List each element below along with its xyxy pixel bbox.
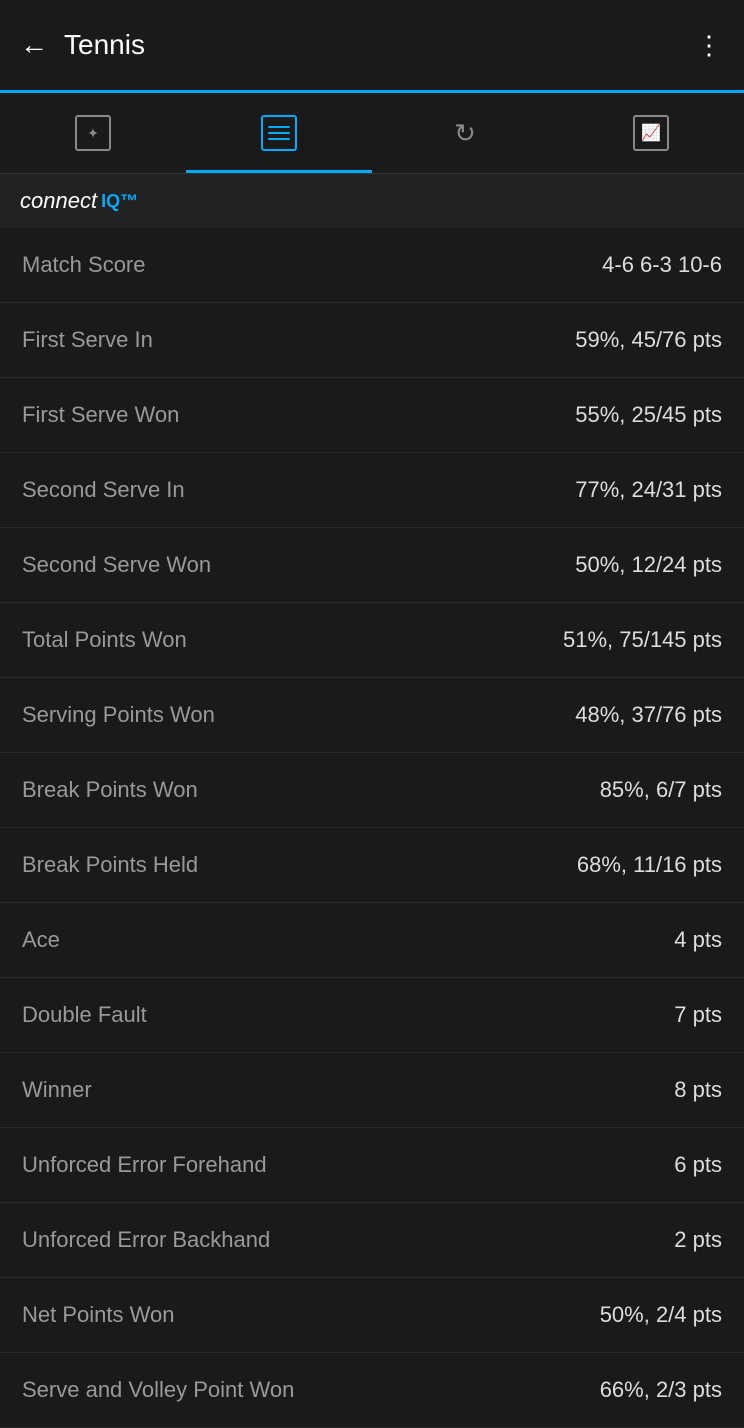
stat-value: 51%, 75/145 pts bbox=[563, 627, 722, 653]
stats-list: Match Score 4-6 6-3 10-6 First Serve In 59%… bbox=[0, 228, 744, 1428]
stat-label: Ace bbox=[22, 927, 658, 953]
table-row: Serve and Volley Point Won 66%, 2/3 pts bbox=[0, 1353, 744, 1428]
repeat-icon: ↻ bbox=[447, 115, 483, 151]
stat-value: 4 pts bbox=[674, 927, 722, 953]
tab-activity[interactable] bbox=[0, 105, 186, 161]
tab-chart[interactable] bbox=[558, 105, 744, 161]
table-row: First Serve In 59%, 45/76 pts bbox=[0, 303, 744, 378]
stat-value: 48%, 37/76 pts bbox=[575, 702, 722, 728]
stat-label: Unforced Error Backhand bbox=[22, 1227, 658, 1253]
stat-label: First Serve In bbox=[22, 327, 559, 353]
chart-icon bbox=[633, 115, 669, 151]
tab-repeat[interactable]: ↻ bbox=[372, 105, 558, 161]
stat-label: Second Serve Won bbox=[22, 552, 559, 578]
connect-text: connect bbox=[20, 188, 97, 214]
iq-text: IQ™ bbox=[101, 191, 138, 212]
table-row: Second Serve In 77%, 24/31 pts bbox=[0, 453, 744, 528]
table-row: Break Points Held 68%, 11/16 pts bbox=[0, 828, 744, 903]
table-row: Winner 8 pts bbox=[0, 1053, 744, 1128]
tab-list[interactable] bbox=[186, 105, 372, 161]
stat-label: First Serve Won bbox=[22, 402, 559, 428]
list-icon bbox=[261, 115, 297, 151]
back-button[interactable]: ← bbox=[20, 29, 48, 61]
stat-label: Match Score bbox=[22, 252, 586, 278]
stat-value: 8 pts bbox=[674, 1077, 722, 1103]
stat-label: Unforced Error Forehand bbox=[22, 1152, 658, 1178]
stat-label: Break Points Held bbox=[22, 852, 561, 878]
stat-label: Winner bbox=[22, 1077, 658, 1103]
table-row: Match Score 4-6 6-3 10-6 bbox=[0, 228, 744, 303]
table-row: Total Points Won 51%, 75/145 pts bbox=[0, 603, 744, 678]
table-row: Break Points Won 85%, 6/7 pts bbox=[0, 753, 744, 828]
table-row: Ace 4 pts bbox=[0, 903, 744, 978]
table-row: Second Serve Won 50%, 12/24 pts bbox=[0, 528, 744, 603]
stat-value: 66%, 2/3 pts bbox=[600, 1377, 722, 1403]
header-left: ← Tennis bbox=[20, 29, 145, 61]
stat-label: Total Points Won bbox=[22, 627, 547, 653]
activity-icon bbox=[75, 115, 111, 151]
stat-label: Serving Points Won bbox=[22, 702, 559, 728]
table-row: Double Fault 7 pts bbox=[0, 978, 744, 1053]
stat-value: 7 pts bbox=[674, 1002, 722, 1028]
stat-label: Net Points Won bbox=[22, 1302, 584, 1328]
table-row: Unforced Error Forehand 6 pts bbox=[0, 1128, 744, 1203]
stat-value: 85%, 6/7 pts bbox=[600, 777, 722, 803]
page-title: Tennis bbox=[64, 29, 145, 61]
stat-value: 6 pts bbox=[674, 1152, 722, 1178]
table-row: Serving Points Won 48%, 37/76 pts bbox=[0, 678, 744, 753]
stat-value: 77%, 24/31 pts bbox=[575, 477, 722, 503]
stat-value: 68%, 11/16 pts bbox=[577, 852, 722, 878]
stat-label: Serve and Volley Point Won bbox=[22, 1377, 584, 1403]
stat-value: 50%, 2/4 pts bbox=[600, 1302, 722, 1328]
header: ← Tennis ⋮ bbox=[0, 0, 744, 90]
table-row: Unforced Error Backhand 2 pts bbox=[0, 1203, 744, 1278]
stat-label: Double Fault bbox=[22, 1002, 658, 1028]
stat-label: Second Serve In bbox=[22, 477, 559, 503]
table-row: First Serve Won 55%, 25/45 pts bbox=[0, 378, 744, 453]
stat-value: 2 pts bbox=[674, 1227, 722, 1253]
stat-value: 55%, 25/45 pts bbox=[575, 402, 722, 428]
stat-label: Break Points Won bbox=[22, 777, 584, 803]
tab-bar: ↻ bbox=[0, 93, 744, 174]
stat-value: 50%, 12/24 pts bbox=[575, 552, 722, 578]
stat-value: 4-6 6-3 10-6 bbox=[602, 252, 722, 278]
connect-iq-banner: connect IQ™ bbox=[0, 174, 744, 228]
stat-value: 59%, 45/76 pts bbox=[575, 327, 722, 353]
menu-button[interactable]: ⋮ bbox=[696, 30, 724, 61]
table-row: Net Points Won 50%, 2/4 pts bbox=[0, 1278, 744, 1353]
